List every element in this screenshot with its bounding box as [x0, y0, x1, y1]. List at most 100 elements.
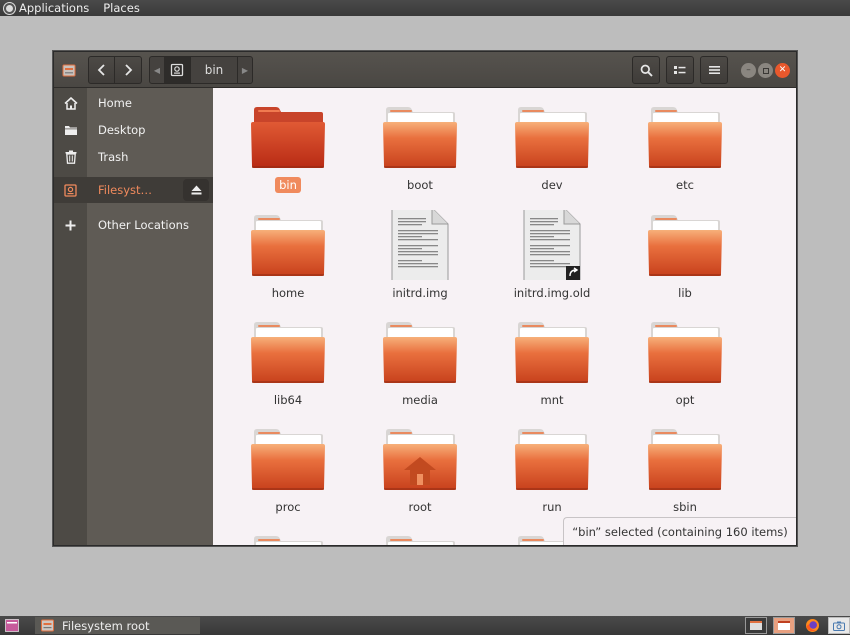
- folder-icon: [382, 102, 458, 172]
- file-name-text: home: [271, 286, 305, 300]
- folder-icon: [514, 317, 590, 387]
- sidebar-item-desktop[interactable]: Desktop: [54, 117, 213, 143]
- file-item-media[interactable]: media: [360, 303, 480, 407]
- list-view-icon: [674, 66, 686, 74]
- file-name-text: initrd.img: [392, 286, 448, 300]
- window-icon: [750, 621, 762, 630]
- file-name-text: dev: [541, 178, 563, 192]
- drive-icon: [64, 183, 77, 197]
- maximize-icon: [762, 67, 769, 74]
- file-item-label: initrd.img: [360, 286, 480, 300]
- folder-icon: [64, 126, 77, 135]
- file-item-label: boot: [360, 178, 480, 192]
- file-item-label: dev: [492, 178, 612, 192]
- file-item-label: bin: [228, 177, 348, 193]
- sidebar-item-label: Trash: [98, 150, 129, 164]
- file-name-text: boot: [407, 178, 433, 192]
- tray-workspace-1[interactable]: [745, 617, 767, 634]
- file-item-bin[interactable]: bin: [228, 88, 348, 193]
- file-item-etc[interactable]: etc: [625, 88, 745, 192]
- file-item-dev[interactable]: dev: [492, 88, 612, 192]
- home-folder-icon: [382, 424, 458, 494]
- search-icon: [640, 64, 653, 77]
- folder-icon: [250, 531, 326, 545]
- navigation-buttons: [88, 56, 142, 84]
- triangle-left-icon: ◀: [153, 65, 161, 75]
- file-manager-window: ◀ bin ▶ – ✕ Home Desktop Trash Filesyst……: [53, 51, 797, 546]
- path-scroll-right-button[interactable]: ▶: [238, 57, 252, 83]
- file-item-initrd-img[interactable]: initrd.img: [360, 196, 480, 300]
- file-item-partial[interactable]: [228, 517, 348, 545]
- folder-icon: [250, 102, 326, 172]
- file-item-proc[interactable]: proc: [228, 410, 348, 514]
- text-file-icon: [382, 207, 458, 285]
- screenshot-launcher[interactable]: [828, 617, 850, 634]
- firefox-launcher[interactable]: [801, 617, 823, 634]
- hamburger-icon: [708, 66, 720, 74]
- chevron-right-icon: [125, 64, 133, 76]
- file-name-text: run: [542, 500, 562, 514]
- chevron-left-icon: [97, 64, 105, 76]
- file-item-label: opt: [625, 393, 745, 407]
- folder-icon: [647, 317, 723, 387]
- symlink-file-icon: [514, 207, 590, 285]
- file-item-label: root: [360, 500, 480, 514]
- file-name-text: opt: [675, 393, 695, 407]
- file-name-text: mnt: [540, 393, 564, 407]
- file-item-root[interactable]: root: [360, 410, 480, 514]
- applications-menu[interactable]: Applications: [4, 1, 89, 15]
- file-item-label: lib64: [228, 393, 348, 407]
- file-item-boot[interactable]: boot: [360, 88, 480, 192]
- file-item-run[interactable]: run: [492, 410, 612, 514]
- search-button[interactable]: [632, 56, 660, 84]
- file-item-initrd-img-old[interactable]: initrd.img.old: [492, 196, 612, 300]
- minimize-button[interactable]: –: [741, 63, 756, 78]
- taskbar-task-filesystem[interactable]: Filesystem root: [35, 617, 200, 634]
- file-name-text: lib: [678, 286, 692, 300]
- top-panel: Applications Places: [0, 0, 850, 16]
- file-item-partial[interactable]: [360, 517, 480, 545]
- sidebar-item-filesystem[interactable]: Filesyst…: [54, 177, 213, 203]
- menu-button[interactable]: [700, 56, 728, 84]
- file-item-sbin[interactable]: sbin: [625, 410, 745, 514]
- file-item-label: lib: [625, 286, 745, 300]
- sidebar-item-trash[interactable]: Trash: [54, 144, 213, 170]
- maximize-button[interactable]: [758, 63, 773, 78]
- tray-workspace-2[interactable]: [773, 617, 795, 634]
- trash-icon: [65, 150, 76, 164]
- forward-button[interactable]: [115, 56, 142, 84]
- file-item-home[interactable]: home: [228, 196, 348, 300]
- sidebar-item-other-locations[interactable]: Other Locations: [54, 212, 213, 238]
- close-button[interactable]: ✕: [775, 63, 790, 78]
- bottom-taskbar: Filesystem root: [0, 616, 850, 635]
- files-app-icon[interactable]: [62, 63, 76, 77]
- file-item-label: proc: [228, 500, 348, 514]
- home-icon: [63, 96, 78, 110]
- breadcrumb-current[interactable]: bin: [190, 57, 238, 83]
- file-item-opt[interactable]: opt: [625, 303, 745, 407]
- back-button[interactable]: [88, 56, 115, 84]
- sidebar-item-home[interactable]: Home: [54, 90, 213, 116]
- eject-button[interactable]: [183, 179, 209, 201]
- file-name-text: root: [408, 500, 432, 514]
- header-bar: ◀ bin ▶ – ✕: [54, 52, 796, 88]
- file-name-text: bin: [275, 177, 301, 193]
- file-grid: bin boot dev etc home initrd.img initrd.img.ol…: [214, 88, 796, 545]
- file-item-label: initrd.img.old: [492, 286, 612, 300]
- file-item-label: mnt: [492, 393, 612, 407]
- filesystem-root-crumb[interactable]: [164, 57, 190, 83]
- file-item-mnt[interactable]: mnt: [492, 303, 612, 407]
- places-menu[interactable]: Places: [103, 1, 140, 15]
- file-item-lib[interactable]: lib: [625, 196, 745, 300]
- plus-icon: [65, 220, 76, 230]
- folder-icon: [250, 210, 326, 280]
- file-item-label: run: [492, 500, 612, 514]
- file-name-text: initrd.img.old: [513, 286, 591, 300]
- folder-icon: [382, 531, 458, 545]
- show-desktop-icon[interactable]: [5, 619, 19, 632]
- view-options-button[interactable]: [666, 56, 694, 84]
- path-scroll-left-button[interactable]: ◀: [150, 57, 164, 83]
- file-item-lib64[interactable]: lib64: [228, 303, 348, 407]
- folder-icon: [647, 102, 723, 172]
- folder-icon: [382, 317, 458, 387]
